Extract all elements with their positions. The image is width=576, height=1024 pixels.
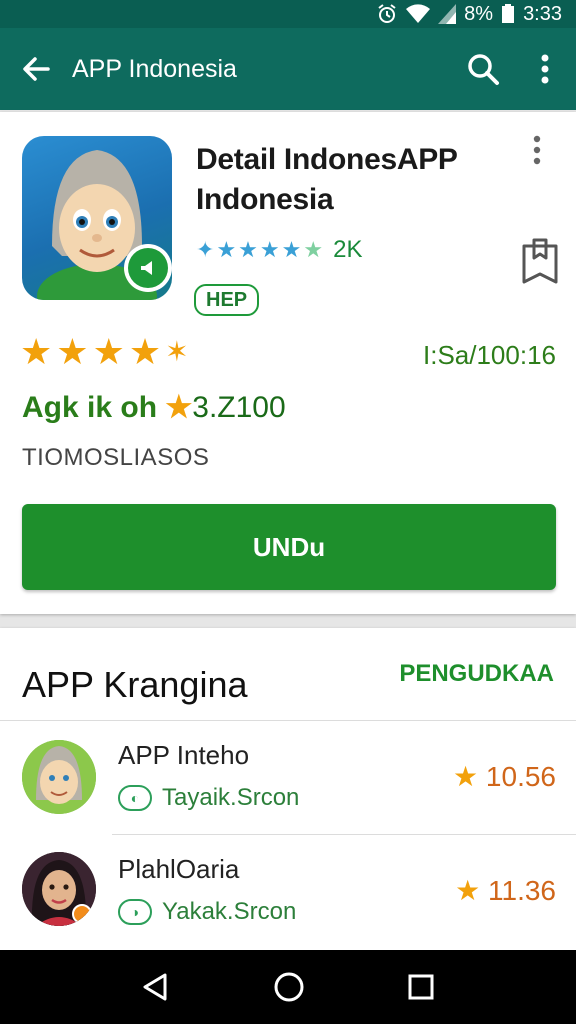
back-arrow-icon: [23, 57, 50, 81]
list-item-score: ★ 11.36: [455, 874, 556, 907]
related-apps-card: APP Krangina PENGUDKAA APP Inteho ◐ Taya…: [0, 628, 576, 950]
bookmark-icon: [522, 238, 558, 284]
star-icon: ★: [20, 331, 53, 372]
list-item-sub-text: Tayaik.Srcon: [162, 784, 300, 811]
list-item-sub: ◐ Tayaik.Srcon: [118, 784, 299, 812]
search-button[interactable]: [452, 28, 514, 110]
install-button[interactable]: UNDu: [22, 504, 556, 590]
avatar: [22, 740, 96, 814]
battery-percent: 8%: [464, 2, 494, 25]
search-icon: [468, 54, 499, 85]
mini-star-icon: ★: [303, 237, 324, 262]
list-item[interactable]: APP Inteho ◐ Tayaik.Srcon ★ 10.56: [0, 726, 576, 838]
list-item-score-value: 11.36: [488, 875, 556, 906]
battery-icon: [501, 4, 515, 24]
star-icon: ★: [92, 331, 125, 372]
list-item-score-value: 10.56: [485, 761, 556, 792]
bookmark-button[interactable]: [520, 236, 560, 286]
status-bar: 8% 3:33: [0, 0, 576, 28]
content-tag: HEP: [194, 284, 260, 316]
app-title: Detail IndonesAPP Indonesia: [196, 143, 458, 216]
list-item-name: APP Inteho: [118, 740, 250, 770]
mini-star-icon: ★: [281, 237, 302, 262]
rating-ratio: I:Sa/100:16: [423, 340, 556, 370]
mini-star-icon: ✦: [196, 237, 215, 262]
app-detail-card: Detail IndonesAPP Indonesia ✦ ★ ★ ★ ★ ★ …: [0, 112, 576, 614]
row-divider: [112, 834, 576, 835]
divider: [0, 720, 576, 721]
home-nav-icon[interactable]: [273, 971, 305, 1003]
more-vert-icon: [533, 135, 541, 165]
more-vert-icon: [541, 54, 549, 84]
rating-label: Agk ik oh: [22, 391, 158, 424]
star-icon: ★: [56, 331, 89, 372]
rating-value: 3.Z100: [192, 391, 286, 424]
star-icon: ★: [455, 875, 481, 906]
star-icon: ★: [128, 331, 162, 372]
list-item-name: PlahlOaria: [118, 854, 240, 884]
back-button[interactable]: [0, 28, 72, 110]
star-half-icon: ✶: [165, 336, 189, 367]
mini-rating: ✦ ★ ★ ★ ★ ★ 2K: [196, 236, 362, 264]
category-icon: ◑: [118, 899, 152, 925]
clock: 3:33: [523, 2, 562, 25]
wifi-icon: [406, 4, 431, 24]
overflow-menu-button[interactable]: [514, 28, 576, 110]
app-bar-title: APP Indonesia: [72, 54, 237, 83]
rating-count: 2K: [333, 236, 363, 263]
category-icon: ◐: [118, 785, 152, 811]
signal-icon: [438, 4, 457, 24]
list-item-sub-text: Yakak.Srcon: [162, 898, 297, 925]
detail-more-button[interactable]: [532, 134, 560, 174]
star-icon: ★: [165, 391, 193, 424]
see-more-link[interactable]: PENGUDKAA: [399, 660, 554, 688]
app-bar: APP Indonesia: [0, 28, 576, 110]
rating-stars: ★ ★ ★ ★ ✶: [20, 332, 189, 372]
rating-summary: Agk ik oh ★3.Z100: [22, 390, 286, 425]
list-item-sub: ◑ Yakak.Srcon: [118, 898, 296, 926]
app-category: TIOMOSLIASOS: [22, 444, 210, 471]
alarm-icon: [376, 3, 398, 25]
avatar: [22, 852, 96, 926]
mini-star-icon: ★: [259, 237, 280, 262]
list-header: APP Krangina: [22, 664, 248, 705]
back-nav-icon[interactable]: [141, 972, 171, 1002]
recents-nav-icon[interactable]: [407, 973, 435, 1001]
app-badge: [124, 244, 172, 292]
list-item[interactable]: PlahlOaria ◑ Yakak.Srcon ★ 11.36: [0, 840, 576, 952]
list-item-score: ★ 10.56: [453, 760, 556, 793]
mini-star-icon: ★: [216, 237, 237, 262]
megaphone-icon: [141, 261, 152, 275]
system-nav-bar: [0, 950, 576, 1024]
mini-star-icon: ★: [238, 237, 258, 262]
star-icon: ★: [453, 761, 479, 792]
